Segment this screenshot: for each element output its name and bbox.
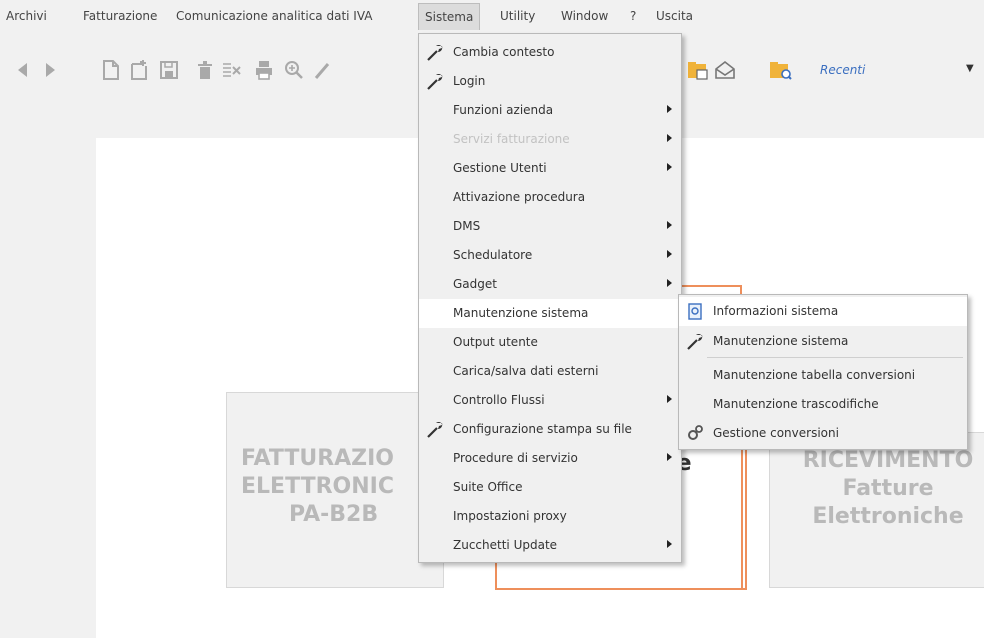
wrench-icon — [427, 44, 443, 61]
menu-uscita[interactable]: Uscita — [656, 9, 693, 23]
submenu-arrow-icon — [667, 134, 672, 142]
submenu-item-gestione-conversioni[interactable]: Gestione conversioni — [679, 419, 967, 448]
menu-item-gestione-utenti[interactable]: Gestione Utenti — [419, 154, 681, 183]
wrench-icon — [427, 73, 443, 90]
menu-item-suite-office[interactable]: Suite Office — [419, 473, 681, 502]
menu-item-label: Attivazione procedura — [453, 190, 586, 204]
menu-comunicazione-analitica[interactable]: Comunicazione analitica dati IVA — [176, 9, 372, 23]
save-icon[interactable] — [157, 58, 181, 82]
menu-item-label: DMS — [453, 219, 481, 233]
menu-item-zucchetti-update[interactable]: Zucchetti Update — [419, 531, 681, 560]
submenu-arrow-icon — [667, 105, 672, 113]
menu-item-label: Configurazione stampa su file — [453, 422, 632, 436]
envelope-icon[interactable] — [713, 58, 737, 82]
menu-item-cambia-contesto[interactable]: Cambia contesto — [419, 38, 681, 67]
submenu-item-manutenzione-sistema[interactable]: Manutenzione sistema — [679, 327, 967, 356]
menu-item-impostazioni-proxy[interactable]: Impostazioni proxy — [419, 502, 681, 531]
menu-item-gadget[interactable]: Gadget — [419, 270, 681, 299]
zoom-icon[interactable] — [282, 58, 306, 82]
menu-item-controllo-flussi[interactable]: Controllo Flussi — [419, 386, 681, 415]
sistema-menu: Cambia contesto Login Funzioni azienda S… — [418, 33, 682, 563]
menu-item-label: Login — [453, 74, 486, 88]
menu-sistema[interactable]: Sistema — [418, 3, 481, 30]
menu-item-servizi-fatturazione: Servizi fatturazione — [419, 125, 681, 154]
submenu-arrow-icon — [667, 540, 672, 548]
menu-item-login[interactable]: Login — [419, 67, 681, 96]
menu-item-label: Cambia contesto — [453, 45, 555, 59]
menu-utility[interactable]: Utility — [500, 9, 535, 23]
delete-icon[interactable] — [193, 58, 217, 82]
submenu-item-label: Gestione conversioni — [713, 426, 839, 440]
menu-item-label: Zucchetti Update — [453, 538, 558, 552]
tile-right-line-2: Fatture — [842, 476, 934, 501]
recent-dropdown-icon[interactable]: ▼ — [966, 63, 974, 74]
submenu-arrow-icon — [667, 453, 672, 461]
new-document-icon[interactable] — [99, 58, 123, 82]
menu-item-label: Gadget — [453, 277, 497, 291]
submenu-arrow-icon — [667, 395, 672, 403]
submenu-item-informazioni-sistema[interactable]: Informazioni sistema — [679, 297, 967, 326]
forward-icon[interactable] — [38, 58, 62, 82]
menu-archivi[interactable]: Archivi — [6, 9, 47, 23]
menu-window[interactable]: Window — [561, 9, 608, 23]
submenu-arrow-icon — [667, 221, 672, 229]
menu-item-dms[interactable]: DMS — [419, 212, 681, 241]
recent-label[interactable]: Recenti — [820, 63, 865, 77]
menu-item-schedulatore[interactable]: Schedulatore — [419, 241, 681, 270]
menu-item-label: Controllo Flussi — [453, 393, 545, 407]
menu-item-label: Impostazioni proxy — [453, 509, 567, 523]
selected-tile-top-border — [679, 285, 741, 287]
menu-item-label: Schedulatore — [453, 248, 533, 262]
manutenzione-submenu: Informazioni sistema Manutenzione sistem… — [678, 294, 968, 450]
tile-ricevimento-fatture[interactable]: RICEVIMENTO Fatture Elettroniche — [769, 432, 984, 588]
submenu-arrow-icon — [667, 250, 672, 258]
submenu-item-label: Manutenzione trascodifiche — [713, 397, 879, 411]
menu-item-label: Procedure di servizio — [453, 451, 578, 465]
menu-item-label: Manutenzione sistema — [453, 306, 589, 320]
selected-tile-right-border — [741, 448, 743, 588]
menu-item-label: Output utente — [453, 335, 538, 349]
menubar: Archivi Fatturazione Comunicazione anali… — [0, 0, 984, 30]
submenu-arrow-icon — [667, 163, 672, 171]
menu-item-label: Gestione Utenti — [453, 161, 547, 175]
menu-item-attivazione-procedura[interactable]: Attivazione procedura — [419, 183, 681, 212]
menu-help[interactable]: ? — [630, 9, 636, 23]
submenu-arrow-icon — [667, 279, 672, 287]
tools-icon[interactable] — [310, 58, 334, 82]
menu-item-carica-salva-dati[interactable]: Carica/salva dati esterni — [419, 357, 681, 386]
document-icon — [688, 303, 702, 320]
submenu-item-label: Manutenzione tabella conversioni — [713, 368, 916, 382]
menu-item-manutenzione-sistema[interactable]: Manutenzione sistema — [419, 299, 681, 328]
tile-right-line-1: RICEVIMENTO — [802, 448, 974, 473]
menu-item-configurazione-stampa[interactable]: Configurazione stampa su file — [419, 415, 681, 444]
menu-fatturazione[interactable]: Fatturazione — [83, 9, 157, 23]
new-record-icon[interactable] — [127, 58, 151, 82]
menu-item-label: Carica/salva dati esterni — [453, 364, 599, 378]
submenu-separator — [707, 357, 963, 358]
menu-item-label: Suite Office — [453, 480, 523, 494]
submenu-item-manutenzione-tabella[interactable]: Manutenzione tabella conversioni — [679, 361, 967, 390]
menu-item-label: Funzioni azienda — [453, 103, 554, 117]
submenu-item-manutenzione-trascodifiche[interactable]: Manutenzione trascodifiche — [679, 390, 967, 419]
wrench-icon — [687, 333, 703, 350]
submenu-item-label: Informazioni sistema — [713, 304, 839, 318]
print-icon[interactable] — [252, 58, 276, 82]
wrench-icon — [427, 421, 443, 438]
recent-folder-icon[interactable] — [768, 58, 792, 82]
tile-right-line-3: Elettroniche — [812, 504, 964, 529]
folder-icon[interactable] — [686, 58, 710, 82]
gears-icon — [688, 425, 703, 440]
menu-item-output-utente[interactable]: Output utente — [419, 328, 681, 357]
menu-item-funzioni-azienda[interactable]: Funzioni azienda — [419, 96, 681, 125]
delete-row-icon[interactable] — [219, 58, 243, 82]
back-icon[interactable] — [12, 58, 36, 82]
submenu-item-label: Manutenzione sistema — [713, 334, 849, 348]
menu-item-procedure-servizio[interactable]: Procedure di servizio — [419, 444, 681, 473]
menu-item-label: Servizi fatturazione — [453, 132, 570, 146]
tile-fatturazione-elettronica[interactable]: FATTURAZIO ELETTRONIC PA-B2B — [226, 392, 444, 588]
